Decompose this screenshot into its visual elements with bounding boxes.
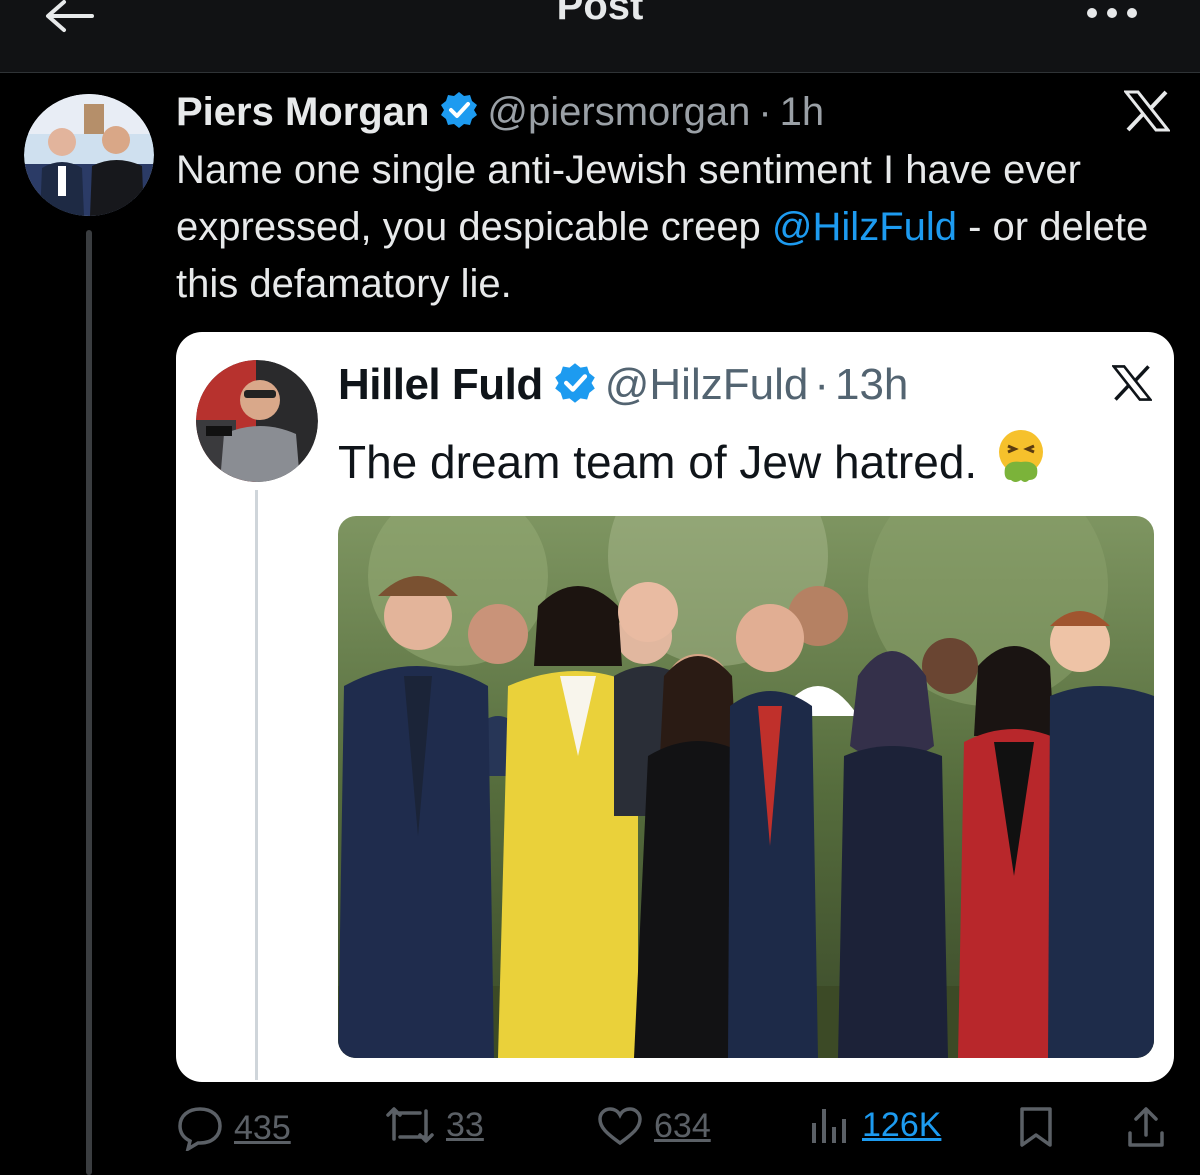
thread-line <box>86 230 92 1175</box>
post-time[interactable]: 1h <box>780 90 825 135</box>
share-button[interactable] <box>1126 1105 1166 1149</box>
repost-count: 33 <box>446 1105 484 1144</box>
page-title: Post <box>556 0 644 28</box>
quoted-author-avatar[interactable] <box>196 360 318 482</box>
views-button[interactable]: 126K <box>808 1105 941 1145</box>
reply-count: 435 <box>234 1108 291 1147</box>
bookmark-button[interactable] <box>1018 1105 1054 1149</box>
verified-badge-icon <box>553 361 597 410</box>
top-bar: Post <box>0 0 1200 72</box>
quoted-text-content: The dream team of Jew hatred. <box>338 435 978 488</box>
separator-dot: · <box>758 89 772 134</box>
repost-button[interactable]: 33 <box>384 1105 484 1145</box>
author-avatar[interactable] <box>24 94 154 216</box>
x-logo-icon <box>1111 364 1153 407</box>
verified-badge-icon <box>439 90 479 135</box>
like-button[interactable]: 634 <box>596 1105 711 1147</box>
quoted-post-time[interactable]: 13h <box>835 360 908 410</box>
repost-icon <box>386 1107 434 1143</box>
quoted-tweet-card[interactable]: Hillel Fuld @HilzFuld · 13h The dream te… <box>176 332 1174 1082</box>
mention-link[interactable]: @HilzFuld <box>772 205 957 249</box>
reply-icon <box>178 1107 222 1151</box>
x-logo-icon <box>1122 90 1172 137</box>
more-icon <box>1087 8 1137 18</box>
views-count: 126K <box>862 1105 942 1144</box>
quoted-text: The dream team of Jew hatred. <box>338 428 1047 495</box>
action-bar: 435 33 634 126K <box>176 1105 1176 1155</box>
header-divider <box>0 72 1200 73</box>
like-count: 634 <box>654 1106 711 1145</box>
like-icon <box>598 1107 642 1146</box>
separator-dot: · <box>814 360 829 409</box>
quoted-photo[interactable] <box>338 516 1154 1058</box>
quoted-author-handle[interactable]: @HilzFuld <box>605 360 809 410</box>
more-button[interactable] <box>1084 0 1140 30</box>
author-handle[interactable]: @piersmorgan <box>487 90 750 135</box>
share-icon <box>1128 1107 1164 1147</box>
quoted-author-name[interactable]: Hillel Fuld <box>338 360 543 410</box>
tweet-text: Name one single anti-Jewish sentiment I … <box>176 142 1186 313</box>
views-icon <box>812 1109 846 1143</box>
author-name[interactable]: Piers Morgan <box>176 90 429 135</box>
nauseated-face-emoji-icon <box>995 428 1047 495</box>
quoted-header: Hillel Fuld @HilzFuld · 13h <box>338 356 908 414</box>
reply-button[interactable]: 435 <box>176 1105 291 1151</box>
bookmark-icon <box>1020 1107 1052 1147</box>
quoted-thread-line <box>255 490 258 1080</box>
tweet-header: Piers Morgan @piersmorgan · 1h <box>176 84 824 140</box>
